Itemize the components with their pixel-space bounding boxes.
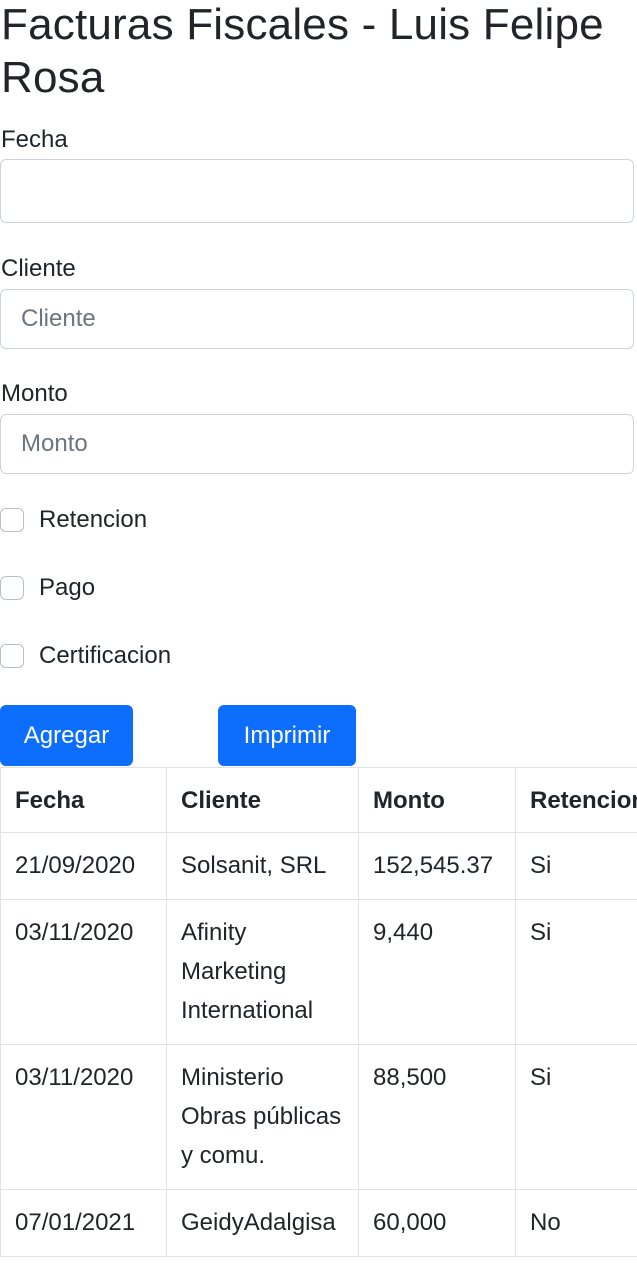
cell-cliente: Ministerio Obras públicas y comu.	[166, 1044, 359, 1190]
certificacion-checkbox-label: Certificacion	[39, 642, 172, 669]
header-fecha: Fecha	[0, 767, 167, 833]
pago-checkbox[interactable]	[0, 576, 24, 600]
cell-retencion: Si	[515, 1044, 637, 1190]
page: Facturas Fiscales - Luis Felipe Rosa Fec…	[0, 0, 637, 1280]
cell-cliente: Afinity Marketing International	[166, 899, 359, 1045]
monto-input[interactable]	[0, 414, 634, 474]
cell-fecha: 07/01/2021	[0, 1189, 167, 1257]
monto-label: Monto	[1, 380, 68, 407]
cliente-label: Cliente	[1, 255, 76, 282]
header-retencion: Retencion	[515, 767, 637, 833]
certificacion-checkbox-row[interactable]: Certificacion	[0, 641, 171, 671]
facturas-table: Fecha Cliente Monto Retencion 21/09/2020…	[0, 767, 637, 1257]
header-monto: Monto	[358, 767, 516, 833]
fecha-label: Fecha	[1, 126, 68, 153]
retencion-checkbox-label: Retencion	[39, 506, 148, 533]
cell-fecha: 03/11/2020	[0, 1044, 167, 1190]
table-row: 03/11/2020 Afinity Marketing Internation…	[0, 899, 637, 1045]
cell-fecha: 21/09/2020	[0, 832, 167, 900]
cell-monto: 88,500	[358, 1044, 516, 1190]
cell-monto: 152,545.37	[358, 832, 516, 900]
cell-cliente: GeidyAdalgisa	[166, 1189, 359, 1257]
pago-checkbox-row[interactable]: Pago	[0, 573, 95, 603]
cell-retencion: Si	[515, 832, 637, 900]
pago-checkbox-label: Pago	[39, 574, 96, 601]
retencion-checkbox[interactable]	[0, 508, 24, 532]
cliente-input[interactable]	[0, 289, 634, 349]
cell-monto: 9,440	[358, 899, 516, 1045]
table-header-row: Fecha Cliente Monto Retencion	[0, 767, 637, 833]
table-row: 07/01/2021 GeidyAdalgisa 60,000 No	[0, 1189, 637, 1257]
cell-cliente: Solsanit, SRL	[166, 832, 359, 900]
page-title: Facturas Fiscales - Luis Felipe Rosa	[1, 0, 604, 102]
header-cliente: Cliente	[166, 767, 359, 833]
retencion-checkbox-row[interactable]: Retencion	[0, 505, 147, 535]
fecha-input[interactable]	[0, 159, 634, 223]
cell-monto: 60,000	[358, 1189, 516, 1257]
agregar-button[interactable]: Agregar	[0, 705, 133, 766]
cell-fecha: 03/11/2020	[0, 899, 167, 1045]
cell-retencion: Si	[515, 899, 637, 1045]
imprimir-button[interactable]: Imprimir	[218, 705, 356, 766]
cell-retencion: No	[515, 1189, 637, 1257]
table-row: 21/09/2020 Solsanit, SRL 152,545.37 Si	[0, 832, 637, 900]
table-row: 03/11/2020 Ministerio Obras públicas y c…	[0, 1044, 637, 1190]
certificacion-checkbox[interactable]	[0, 644, 24, 668]
